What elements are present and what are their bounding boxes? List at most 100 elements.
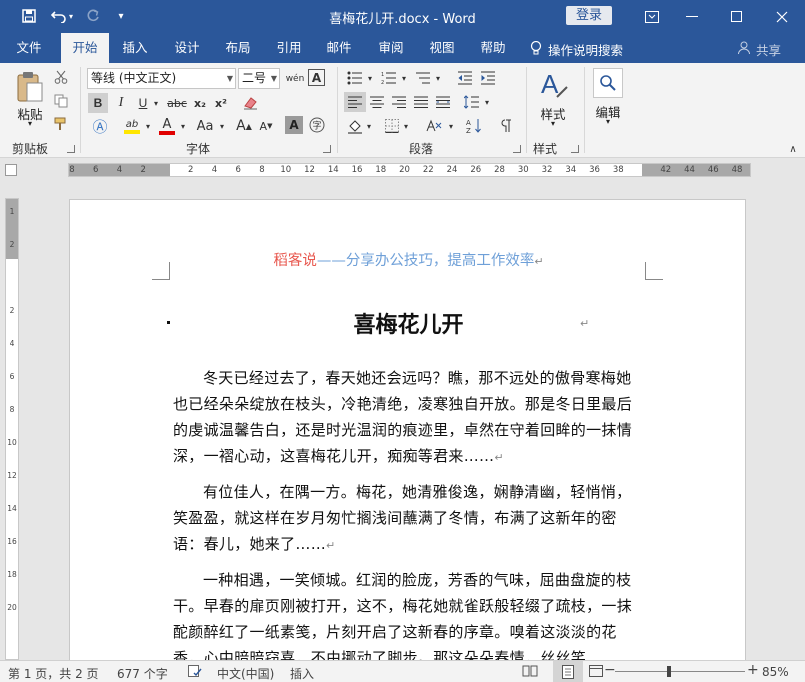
tab-help[interactable]: 帮助 [471,33,515,63]
shrink-font-button[interactable]: A ▼ [256,115,276,137]
paragraph-2[interactable]: 有位佳人，在隅一方。梅花，她清雅俊逸，娴静清幽，轻悄悄，笑盈盈，就这样在岁月匆忙… [173,479,635,559]
tab-insert[interactable]: 插入 [113,33,157,63]
paste-icon[interactable] [12,69,48,105]
enclose-characters-icon[interactable]: 字 [307,115,327,135]
text-effects-icon[interactable]: Ⓐ [88,115,112,137]
show-marks-icon[interactable] [495,115,517,137]
bullets-dropdown-icon[interactable]: ▾ [365,68,375,88]
zoom-in-button[interactable]: + [747,662,759,678]
cut-icon[interactable] [52,68,70,86]
login-button[interactable]: 登录 [566,6,612,25]
shading-dropdown-icon[interactable]: ▾ [364,115,374,137]
align-center-icon[interactable] [367,92,387,112]
styles-dropdown-icon[interactable]: ▾ [549,119,557,128]
grow-font-button[interactable]: A ▲ [234,115,254,137]
paragraph-launcher-icon[interactable] [513,145,521,153]
tab-mailings[interactable]: 邮件 [317,33,361,63]
font-name-select[interactable]: 等线 (中文正文) ▼ [87,68,236,89]
zoom-level[interactable]: 85% [762,665,789,679]
document-title-text: 喜梅花儿开 [353,313,464,338]
tab-review[interactable]: 审阅 [369,33,413,63]
line-spacing-icon[interactable] [461,92,483,112]
page-header[interactable]: 稻客说——分享办公技巧，提高工作效率↵ [70,249,747,270]
distributed-icon[interactable] [433,92,453,112]
zoom-slider-thumb[interactable] [667,666,672,677]
minimize-icon[interactable] [672,0,712,33]
zoom-out-button[interactable]: − [604,662,616,678]
styles-icon[interactable]: A [537,68,571,102]
sort-icon[interactable]: AZ [463,115,485,137]
proofing-icon[interactable] [188,665,202,681]
line-spacing-dropdown-icon[interactable]: ▾ [482,92,492,112]
underline-dropdown-icon[interactable]: ▾ [151,93,161,113]
multilevel-dropdown-icon[interactable]: ▾ [433,68,443,88]
share-button[interactable]: 共享 [738,40,781,59]
superscript-button[interactable]: x² [211,93,231,113]
web-layout-icon[interactable] [589,665,603,680]
tell-me-search[interactable]: 操作说明搜索 [530,40,623,59]
tab-view[interactable]: 视图 [420,33,464,63]
numbering-icon[interactable]: 12 [378,68,400,88]
align-left-icon[interactable] [344,92,366,112]
underline-button[interactable]: U [133,93,153,113]
paste-dropdown-icon[interactable]: ▾ [26,119,34,128]
chinese-layout-dropdown-icon[interactable]: ▾ [446,115,456,137]
bullets-icon[interactable] [344,68,366,88]
print-layout-icon[interactable] [553,661,583,682]
document-title[interactable]: 喜梅花儿开 [70,307,747,339]
clipboard-launcher-icon[interactable] [67,145,75,153]
zoom-slider[interactable] [615,671,745,672]
character-shading-icon[interactable]: A [285,116,303,134]
paragraph-1[interactable]: 冬天已经过去了，春天她还会远吗？瞧，那不远处的傲骨寒梅她也已经朵朵绽放在枝头，冷… [173,365,635,471]
strikethrough-button[interactable]: abc [166,93,188,113]
editing-dropdown-icon[interactable]: ▾ [604,117,612,126]
borders-dropdown-icon[interactable]: ▾ [401,115,411,137]
change-case-button[interactable]: Aa [192,115,218,137]
styles-launcher-icon[interactable] [571,145,579,153]
document-page[interactable]: 稻客说——分享办公技巧，提高工作效率↵ 喜梅花儿开 ↵ 冬天已经过去了，春天她还… [69,199,746,669]
font-size-select[interactable]: 二号 ▼ [238,68,280,89]
clear-formatting-icon[interactable] [240,93,262,113]
tab-layout[interactable]: 布局 [216,33,260,63]
borders-icon[interactable] [381,115,403,137]
highlight-color-button[interactable]: ab [121,115,143,137]
font-color-dropdown-icon[interactable]: ▾ [178,115,188,137]
word-count[interactable]: 677 个字 [117,665,168,682]
align-right-icon[interactable] [389,92,409,112]
paragraph-3[interactable]: 一种相遇，一笑倾城。红润的脸庞，芳香的气味，屈曲盘旋的枝干。早春的扉页刚被打开，… [173,567,635,671]
bold-button[interactable]: B [88,93,108,113]
ribbon-display-options-icon[interactable] [632,0,672,33]
increase-indent-icon[interactable] [478,68,498,88]
maximize-icon[interactable] [716,0,756,33]
tab-selector-icon[interactable] [5,164,17,176]
vertical-ruler[interactable]: 1 2 2 4 6 8 10 12 14 16 18 20 [5,198,19,660]
format-painter-icon[interactable] [52,115,70,133]
tab-references[interactable]: 引用 [267,33,311,63]
close-icon[interactable] [762,0,802,33]
collapse-ribbon-icon[interactable]: ∧ [787,143,799,155]
pinyin-guide-icon[interactable]: wén [284,68,306,90]
chinese-layout-icon[interactable] [423,115,447,137]
horizontal-ruler[interactable]: 8 6 4 2 2 4 6 8 10 12 14 16 18 20 22 24 26 28 30 32 34 36 38 42… [68,163,751,177]
subscript-button[interactable]: x₂ [190,93,210,113]
shading-icon[interactable] [344,115,366,137]
read-mode-icon[interactable] [522,665,538,680]
font-color-button[interactable]: A [156,115,178,137]
change-case-dropdown-icon[interactable]: ▾ [217,115,227,137]
tab-home[interactable]: 开始 [61,33,109,63]
tab-file[interactable]: 文件 [6,33,52,63]
copy-icon[interactable] [52,92,70,110]
language[interactable]: 中文(中国) [217,665,274,682]
page-count[interactable]: 第 1 页，共 2 页 [8,665,99,682]
insert-mode[interactable]: 插入 [290,665,314,682]
numbering-dropdown-icon[interactable]: ▾ [399,68,409,88]
italic-button[interactable]: I [111,93,131,113]
multilevel-list-icon[interactable] [412,68,434,88]
char-border-icon[interactable]: A [308,69,325,86]
justify-icon[interactable] [411,92,431,112]
highlight-dropdown-icon[interactable]: ▾ [143,115,153,137]
tab-design[interactable]: 设计 [165,33,209,63]
font-launcher-icon[interactable] [323,145,331,153]
find-icon[interactable] [593,68,623,98]
decrease-indent-icon[interactable] [455,68,475,88]
